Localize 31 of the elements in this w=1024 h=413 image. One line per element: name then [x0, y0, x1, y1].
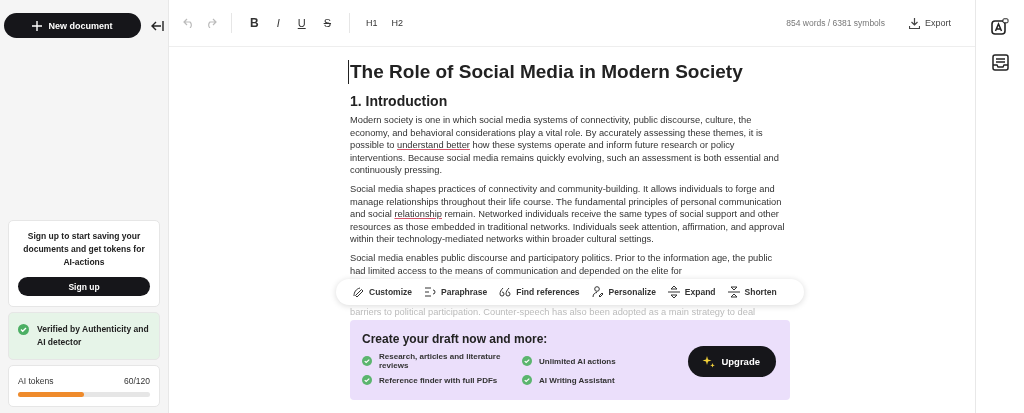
- paragraph[interactable]: Modern society is one in which social media systems of connectivity, public discourse, culture, the economy, and behavioral considerations play a vital role. By accurately assessing these themes, it is possible to understand better how these systems operate and inform future research or policy interventions. Because social media remains quickly evolving, such an assessment is both essential and continuously pressing.: [350, 114, 790, 177]
- export-button[interactable]: Export: [903, 16, 957, 30]
- paragraph[interactable]: Social media shapes practices of connectivity and community-building. It allows individuals to forge and manage relationships throughout their life course. The fundamental principles of personal communication and social relationship remain. Networked individuals receive the same types of social support and other resources as those embedded in traditional networks. Individuals seek attention, affirmation, and approval within their technology-mediated networks within broader cultural settings.: [350, 182, 790, 246]
- ai-action-button[interactable]: Paraphrase: [424, 286, 488, 299]
- section-heading[interactable]: 1. Introduction: [350, 92, 790, 110]
- verified-message: Verified by Authenticity and AI detector: [37, 323, 150, 349]
- feature-text: Reference finder with full PDFs: [379, 375, 498, 385]
- format-button[interactable]: U: [293, 17, 310, 29]
- ai-action-button[interactable]: Personalize: [591, 286, 656, 299]
- sign-up-button[interactable]: Sign up: [18, 277, 150, 296]
- new-document-button[interactable]: New document: [4, 13, 141, 38]
- ai-action-button[interactable]: Expand: [667, 286, 716, 299]
- format-button[interactable]: B: [246, 16, 263, 30]
- tokens-count: 60/120: [124, 376, 150, 386]
- word-count: 854 words / 6381 symbols: [786, 18, 885, 28]
- ai-action-button[interactable]: Shorten: [727, 286, 777, 299]
- ai-action-button[interactable]: Find references: [499, 286, 580, 299]
- heading-button[interactable]: H2: [389, 18, 406, 28]
- feature-text: Research, articles and literature reviews: [379, 352, 502, 371]
- feature-text: Unlimited AI actions: [539, 356, 616, 366]
- tokens-label: AI tokens: [18, 376, 54, 386]
- signup-message: Sign up to start saving your documents and get tokens for AI-actions: [22, 230, 146, 269]
- feature-text: AI Writing Assistant: [539, 375, 615, 385]
- format-button[interactable]: S: [319, 17, 336, 29]
- document-title[interactable]: The Role of Social Media in Modern Society: [348, 60, 790, 84]
- heading-button[interactable]: H1: [364, 18, 380, 28]
- ai-action-button[interactable]: Customize: [352, 286, 412, 299]
- format-button[interactable]: I: [272, 17, 284, 29]
- upgrade-button[interactable]: Upgrade: [688, 346, 776, 378]
- paragraph[interactable]: Social media enables public discourse and participatory politics. Prior to the information age, the public had limited access to the means of communication and depended on the elite for: [350, 251, 790, 278]
- promo-title: Create your draft now and more:: [362, 332, 549, 347]
